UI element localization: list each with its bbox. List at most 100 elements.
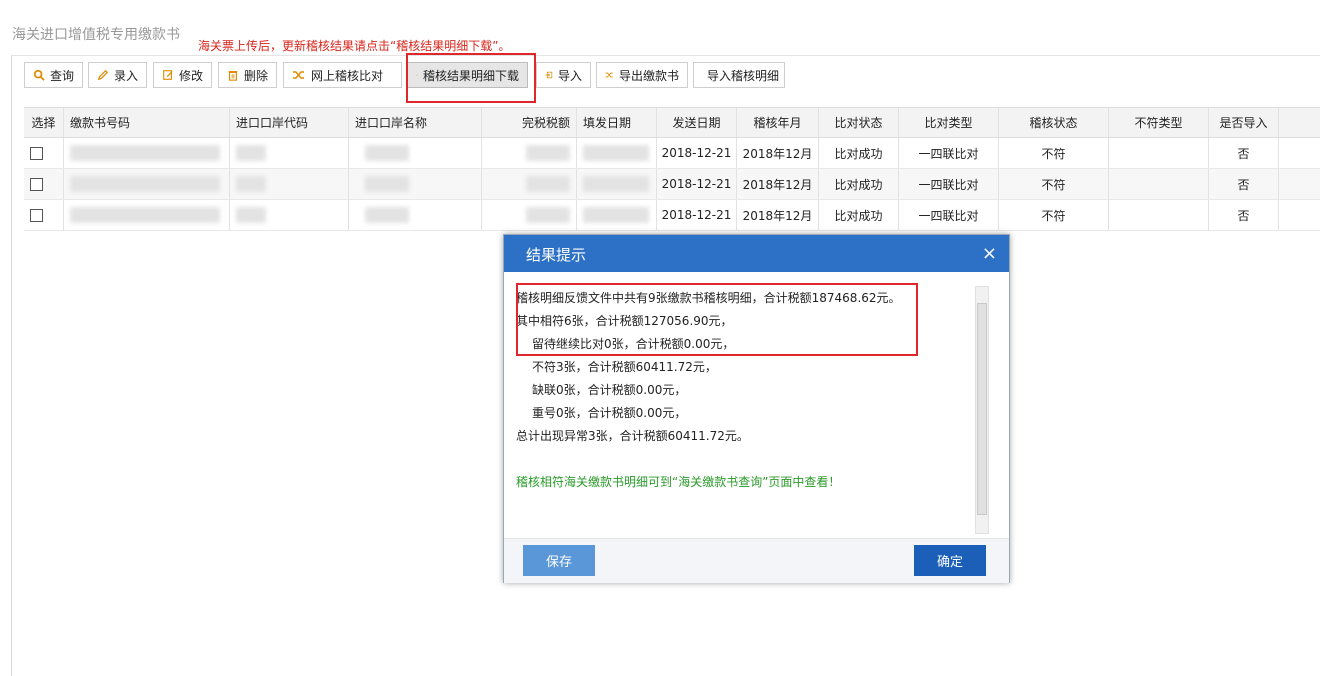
shuffle-icon	[605, 72, 613, 78]
audit-status-cell: 不符	[999, 200, 1109, 230]
port-name-cell	[349, 169, 482, 199]
import-label: 导入	[557, 68, 582, 83]
summary-mismatch-line: 不符3张，合计税额60411.72元，	[532, 360, 717, 374]
header-issue-date: 填发日期	[577, 108, 657, 137]
close-icon[interactable]: ×	[982, 243, 997, 264]
header-tax-amount: 完税税额	[482, 108, 577, 137]
tax-amount-cell	[482, 138, 577, 168]
redacted-value	[365, 207, 409, 223]
compare-type-cell: 一四联比对	[899, 138, 999, 168]
compare-type-cell: 一四联比对	[899, 169, 999, 199]
audit-month-cell: 2018年12月	[737, 169, 819, 199]
redacted-value	[526, 176, 570, 192]
ok-button[interactable]: 确定	[914, 545, 986, 576]
online-compare-label: 网上稽核比对	[311, 68, 384, 83]
redacted-value	[70, 207, 220, 223]
summary-missing-line: 缺联0张，合计税额0.00元，	[532, 383, 687, 397]
redacted-value	[526, 207, 570, 223]
payment-table: 选择 缴款书号码 进口口岸代码 进口口岸名称 完税税额 填发日期 发送日期 稽核…	[24, 107, 1320, 231]
header-audit-status: 稽核状态	[999, 108, 1109, 137]
import-detail-button[interactable]: 导入稽核明细	[693, 62, 785, 88]
audit-status-cell: 不符	[999, 169, 1109, 199]
row-checkbox[interactable]	[30, 208, 43, 222]
redacted-value	[70, 176, 220, 192]
redacted-value	[583, 207, 649, 223]
table-row[interactable]: 2018-12-21 2018年12月 比对成功 一四联比对 不符 否	[24, 200, 1320, 231]
entry-button[interactable]: 录入	[88, 62, 147, 88]
issue-date-cell	[577, 169, 657, 199]
modify-button[interactable]: 修改	[153, 62, 212, 88]
entry-label: 录入	[113, 68, 138, 83]
header-compare-status: 比对状态	[819, 108, 899, 137]
compare-type-cell: 一四联比对	[899, 200, 999, 230]
result-dialog: 结果提示 × 稽核明细反馈文件中共有9张缴款书稽核明细，合计税额187468.6…	[503, 234, 1010, 583]
modify-label: 修改	[178, 68, 203, 83]
dialog-title: 结果提示	[526, 246, 587, 264]
delete-button[interactable]: 删除	[218, 62, 277, 88]
issue-date-cell	[577, 200, 657, 230]
update-notice: 海关票上传后，更新稽核结果请点击“稽核结果明细下载”。	[198, 39, 511, 53]
header-send-date: 发送日期	[657, 108, 737, 137]
dialog-footer: 保存 确定	[504, 538, 1009, 583]
payment-no-cell	[64, 138, 230, 168]
search-icon	[33, 69, 45, 81]
dialog-scrollbar[interactable]	[975, 286, 989, 534]
row-checkbox[interactable]	[30, 177, 43, 191]
delete-label: 删除	[243, 68, 268, 83]
issue-date-cell	[577, 138, 657, 168]
send-date-cell: 2018-12-21	[657, 169, 737, 199]
imported-cell: 否	[1209, 169, 1279, 199]
redacted-value	[70, 145, 220, 161]
shuffle-icon	[293, 71, 304, 79]
port-code-cell	[230, 169, 349, 199]
row-select-cell	[24, 200, 64, 230]
compare-status-cell: 比对成功	[819, 138, 899, 168]
online-compare-button[interactable]: 网上稽核比对	[283, 62, 402, 88]
mismatch-type-cell	[1109, 200, 1209, 230]
port-name-cell	[349, 200, 482, 230]
payment-no-cell	[64, 200, 230, 230]
query-button[interactable]: 查询	[24, 62, 83, 88]
save-button[interactable]: 保存	[523, 545, 595, 576]
redacted-value	[236, 145, 266, 161]
pencil-icon	[97, 69, 109, 81]
compare-status-cell: 比对成功	[819, 200, 899, 230]
port-name-cell	[349, 138, 482, 168]
header-port-name: 进口口岸名称	[349, 108, 482, 137]
redacted-value	[583, 176, 649, 192]
header-audit-month: 稽核年月	[737, 108, 819, 137]
summary-total-line: 稽核明细反馈文件中共有9张缴款书稽核明细，合计税额187468.62元。	[516, 291, 901, 305]
table-row[interactable]: 2018-12-21 2018年12月 比对成功 一四联比对 不符 否	[24, 138, 1320, 169]
dialog-header: 结果提示 ×	[504, 235, 1009, 272]
mismatch-type-cell	[1109, 169, 1209, 199]
row-checkbox[interactable]	[30, 146, 43, 160]
import-icon	[545, 71, 553, 79]
download-detail-button[interactable]: 稽核结果明细下载	[407, 62, 528, 88]
import-button[interactable]: 导入	[536, 62, 591, 88]
header-compare-type: 比对类型	[899, 108, 999, 137]
table-row[interactable]: 2018-12-21 2018年12月 比对成功 一四联比对 不符 否	[24, 169, 1320, 200]
table-header: 选择 缴款书号码 进口口岸代码 进口口岸名称 完税税额 填发日期 发送日期 稽核…	[24, 107, 1320, 138]
export-payment-label: 导出缴款书	[618, 68, 679, 83]
payment-no-cell	[64, 169, 230, 199]
summary-pending-line: 留待继续比对0张，合计税额0.00元，	[532, 337, 735, 351]
send-date-cell: 2018-12-21	[657, 200, 737, 230]
header-select: 选择	[24, 108, 64, 137]
port-code-cell	[230, 138, 349, 168]
summary-abnormal-line: 总计出现异常3张，合计税额60411.72元。	[516, 429, 749, 443]
port-code-cell	[230, 200, 349, 230]
row-select-cell	[24, 138, 64, 168]
redacted-value	[526, 145, 570, 161]
redacted-value	[583, 145, 649, 161]
scrollbar-thumb[interactable]	[977, 303, 987, 515]
header-imported: 是否导入	[1209, 108, 1279, 137]
tax-amount-cell	[482, 200, 577, 230]
export-payment-button[interactable]: 导出缴款书	[596, 62, 688, 88]
edit-icon	[163, 70, 173, 80]
redacted-value	[365, 145, 409, 161]
redacted-value	[236, 176, 266, 192]
download-detail-label: 稽核结果明细下载	[422, 68, 519, 83]
audit-status-cell: 不符	[999, 138, 1109, 168]
summary-duplicate-line: 重号0张，合计税额0.00元，	[532, 406, 687, 420]
